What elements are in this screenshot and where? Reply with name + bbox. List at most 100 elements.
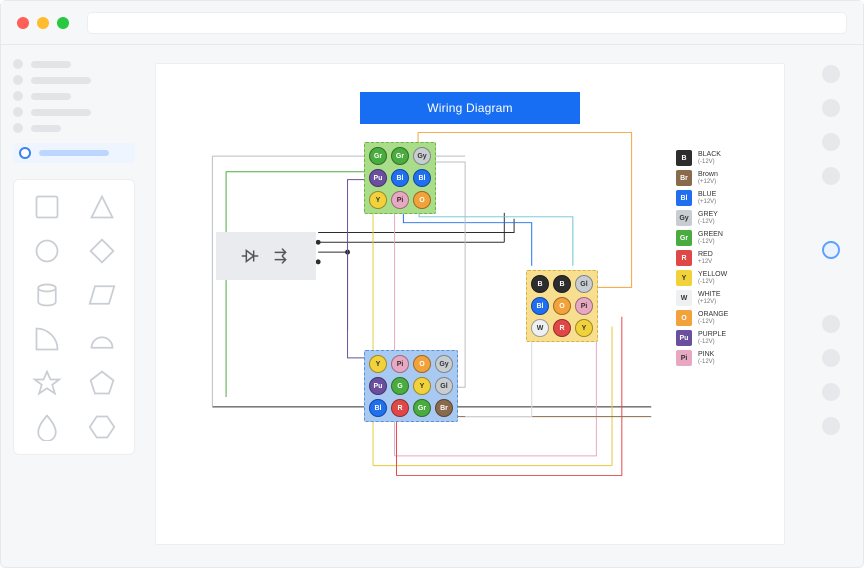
right-rail-item[interactable] xyxy=(822,383,840,401)
close-icon[interactable] xyxy=(17,17,29,29)
shape-square[interactable] xyxy=(30,192,64,222)
shape-star[interactable] xyxy=(30,368,64,398)
connector-top[interactable]: GrGrGyPuBlBlYPiO xyxy=(364,142,436,214)
shape-pentagon[interactable] xyxy=(85,368,119,398)
sidebar-item-selected[interactable] xyxy=(13,143,135,163)
shape-triangle[interactable] xyxy=(85,192,119,222)
canvas-area: Wiring Diagram xyxy=(147,45,799,567)
sidebar-item[interactable] xyxy=(13,91,135,101)
sidebar-item[interactable] xyxy=(13,59,135,69)
legend-row: RRED+12V xyxy=(676,250,768,266)
address-bar[interactable] xyxy=(87,12,847,34)
legend-swatch: W xyxy=(676,290,692,306)
legend-swatch: Pi xyxy=(676,350,692,366)
legend-swatch: Y xyxy=(676,270,692,286)
legend-text: GREEN(-12V) xyxy=(698,231,723,245)
connector-pin[interactable]: Bl xyxy=(369,399,387,417)
connector-pin[interactable]: O xyxy=(413,191,431,209)
connector-bottom[interactable]: YPiOGyPuGYGlBlRGrBr xyxy=(364,350,458,422)
connector-pin[interactable]: Y xyxy=(575,319,593,337)
connector-pin[interactable]: Gr xyxy=(391,147,409,165)
legend-swatch: Br xyxy=(676,170,692,186)
connector-pin[interactable]: W xyxy=(531,319,549,337)
legend-swatch: Bl xyxy=(676,190,692,206)
right-rail xyxy=(799,45,863,567)
legend-text: YELLOW(-12V) xyxy=(698,271,727,285)
connector-pin[interactable]: Bl xyxy=(391,169,409,187)
legend-row: WWHITE(+12V) xyxy=(676,290,768,306)
shape-drop[interactable] xyxy=(30,412,64,442)
shape-hexagon[interactable] xyxy=(85,412,119,442)
app-body: Wiring Diagram xyxy=(1,45,863,567)
legend-text: Brown(+12V) xyxy=(698,171,718,185)
legend-row: Y YELLOW(-12V) xyxy=(676,270,768,286)
connector-pin[interactable]: Y xyxy=(369,191,387,209)
shape-half[interactable] xyxy=(85,324,119,354)
connector-pin[interactable]: Bl xyxy=(531,297,549,315)
shape-diamond[interactable] xyxy=(85,236,119,266)
legend-row: Gy GREY(-12V) xyxy=(676,210,768,226)
right-rail-item[interactable] xyxy=(822,99,840,117)
legend-swatch: Pu xyxy=(676,330,692,346)
connector-pin[interactable]: Gr xyxy=(369,147,387,165)
connector-pin[interactable]: Bl xyxy=(413,169,431,187)
connector-pin[interactable]: Pi xyxy=(575,297,593,315)
legend-text: BLACK(-12V) xyxy=(698,151,721,165)
connector-pin[interactable]: Pu xyxy=(369,169,387,187)
arrow-icon xyxy=(271,245,293,267)
legend-swatch: R xyxy=(676,250,692,266)
connector-pin[interactable]: G xyxy=(391,377,409,395)
right-rail-item[interactable] xyxy=(822,167,840,185)
minimize-icon[interactable] xyxy=(37,17,49,29)
connector-pin[interactable]: Gl xyxy=(575,275,593,293)
legend-text: GREY(-12V) xyxy=(698,211,718,225)
connector-pin[interactable]: R xyxy=(391,399,409,417)
connector-pin[interactable]: Y xyxy=(413,377,431,395)
connector-pin[interactable]: Gl xyxy=(435,377,453,395)
diagram-title: Wiring Diagram xyxy=(360,92,580,124)
legend-swatch: B xyxy=(676,150,692,166)
legend-text: PURPLE(-12V) xyxy=(698,331,726,345)
window-controls xyxy=(17,17,69,29)
connector-pin[interactable]: O xyxy=(553,297,571,315)
legend-swatch: O xyxy=(676,310,692,326)
legend-row: BlBLUE(+12V) xyxy=(676,190,768,206)
connector-pin[interactable]: Gy xyxy=(413,147,431,165)
right-rail-item[interactable] xyxy=(822,315,840,333)
connector-pin[interactable]: Pu xyxy=(369,377,387,395)
zoom-icon[interactable] xyxy=(57,17,69,29)
shape-circle[interactable] xyxy=(30,236,64,266)
sidebar-item[interactable] xyxy=(13,75,135,85)
right-rail-item[interactable] xyxy=(822,417,840,435)
connector-pin[interactable]: Gy xyxy=(435,355,453,373)
titlebar xyxy=(1,1,863,45)
right-rail-item[interactable] xyxy=(822,133,840,151)
connector-pin[interactable]: Y xyxy=(369,355,387,373)
legend-row: PiPINK(-12V) xyxy=(676,350,768,366)
connector-pin[interactable]: Br xyxy=(435,399,453,417)
right-rail-item[interactable] xyxy=(822,349,840,367)
legend-row: Gr GREEN(-12V) xyxy=(676,230,768,246)
connector-pin[interactable]: B xyxy=(531,275,549,293)
sidebar-item[interactable] xyxy=(13,123,135,133)
shapes-panel xyxy=(13,179,135,455)
canvas[interactable]: Wiring Diagram xyxy=(155,63,785,545)
sidebar-item[interactable] xyxy=(13,107,135,117)
shape-cylinder[interactable] xyxy=(30,280,64,310)
legend-row: Pu PURPLE(-12V) xyxy=(676,330,768,346)
legend-text: ORANGE(-12V) xyxy=(698,311,728,325)
connector-pin[interactable]: Pi xyxy=(391,191,409,209)
connector-pin[interactable]: O xyxy=(413,355,431,373)
shape-parallelogram[interactable] xyxy=(85,280,119,310)
right-rail-item-selected[interactable] xyxy=(822,241,840,259)
connector-pin[interactable]: B xyxy=(553,275,571,293)
legend-swatch: Gy xyxy=(676,210,692,226)
connector-right[interactable]: BBGlBlOPiWRY xyxy=(526,270,598,342)
shape-quarter[interactable] xyxy=(30,324,64,354)
connector-pin[interactable]: Pi xyxy=(391,355,409,373)
connector-pin[interactable]: R xyxy=(553,319,571,337)
component-diode[interactable] xyxy=(216,232,316,280)
right-rail-item[interactable] xyxy=(822,65,840,83)
legend-swatch: Gr xyxy=(676,230,692,246)
connector-pin[interactable]: Gr xyxy=(413,399,431,417)
